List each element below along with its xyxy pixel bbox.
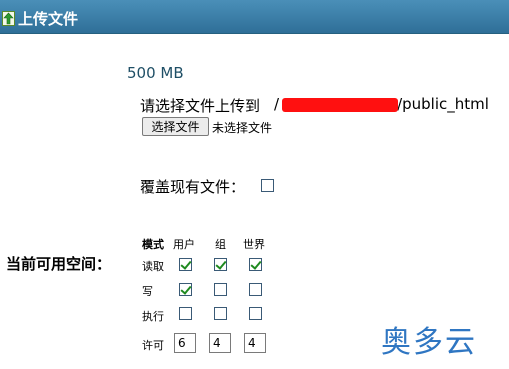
perm-read-group-checkbox[interactable] — [214, 258, 227, 271]
perm-header-world: 世界 — [243, 238, 265, 251]
perm-octal-group-input[interactable] — [209, 333, 231, 353]
quota-value: 500 MB — [127, 64, 184, 82]
perm-exec-group-checkbox[interactable] — [214, 307, 227, 320]
perm-write-group-checkbox[interactable] — [214, 283, 227, 296]
overwrite-checkbox[interactable] — [261, 179, 274, 192]
overwrite-label: 覆盖现有文件： — [140, 178, 246, 196]
perm-read-user-checkbox[interactable] — [179, 258, 192, 271]
available-space-label: 当前可用空间： — [6, 255, 112, 273]
perm-exec-world-checkbox[interactable] — [249, 307, 262, 320]
file-status-text: 未选择文件 — [212, 121, 273, 135]
watermark-logo: 奥多云 — [381, 325, 477, 360]
perm-exec-user-checkbox[interactable] — [179, 307, 192, 320]
window-titlebar: 上传文件 — [0, 0, 509, 34]
perm-octal-user-input[interactable] — [174, 333, 196, 353]
window-title: 上传文件 — [18, 10, 79, 28]
perm-row-read-label: 读取 — [142, 260, 164, 273]
path-suffix: /public_html — [397, 95, 489, 113]
perm-write-world-checkbox[interactable] — [249, 283, 262, 296]
perm-write-user-checkbox[interactable] — [179, 283, 192, 296]
redaction-mark — [282, 98, 398, 112]
choose-file-button[interactable]: 选择文件 — [142, 117, 209, 136]
perm-header-mode: 模式 — [142, 238, 164, 251]
perm-octal-world-input[interactable] — [244, 333, 266, 353]
perm-header-user: 用户 — [173, 238, 195, 251]
perm-header-group: 组 — [215, 238, 226, 251]
upload-arrow-icon — [2, 11, 15, 26]
path-prefix: / — [274, 95, 280, 113]
perm-row-exec-label: 执行 — [142, 310, 164, 323]
perm-octal-label: 许可 — [142, 339, 164, 352]
perm-row-write-label: 写 — [142, 285, 153, 298]
upload-destination-label: 请选择文件上传到 — [140, 97, 261, 115]
perm-read-world-checkbox[interactable] — [249, 258, 262, 271]
